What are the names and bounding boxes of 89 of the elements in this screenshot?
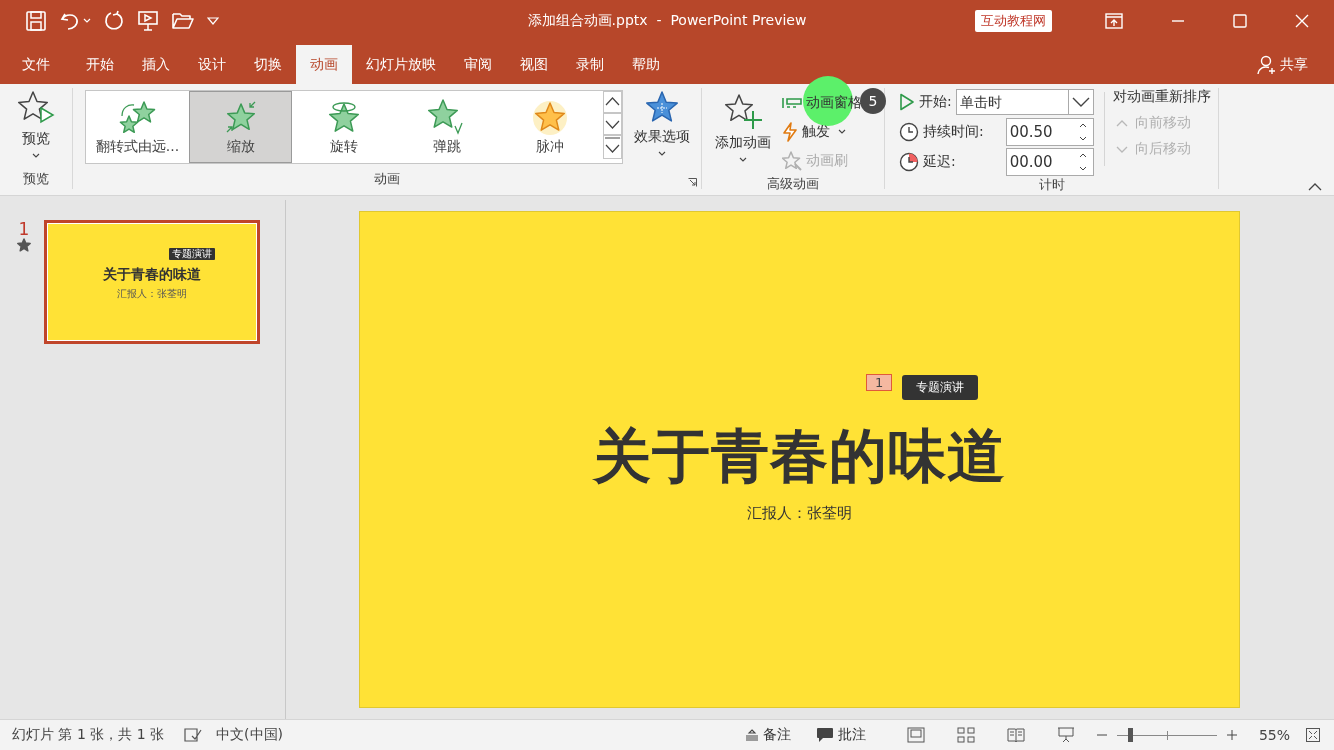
scroll-up-button[interactable] [603, 91, 622, 113]
dropdown-icon[interactable] [207, 17, 219, 25]
slide-title: 关于青春的味道 [593, 422, 1006, 490]
star-play-icon [17, 90, 55, 126]
comments-button[interactable]: 批注 [815, 726, 866, 744]
caret-icon[interactable] [83, 18, 91, 24]
topic-tag: 专题演讲 [169, 247, 215, 260]
language-label[interactable]: 中文(中国) [216, 726, 283, 744]
animation-option[interactable]: 缩放 [189, 91, 292, 163]
slide-title: 关于青春的味道 [103, 265, 201, 282]
caret-icon [32, 153, 40, 158]
menu-tab[interactable]: 视图 [506, 45, 562, 84]
field-label: 延迟: [923, 153, 956, 171]
animation-option[interactable]: 脉冲 [498, 91, 601, 163]
chevron-down-icon [1071, 97, 1090, 107]
spinner-field[interactable]: 00.00 [1005, 148, 1094, 176]
star-plus-icon [724, 94, 762, 130]
animation-option[interactable]: 旋转 [292, 91, 395, 163]
close-icon[interactable] [1295, 14, 1309, 28]
maximize-icon[interactable] [1233, 14, 1247, 28]
add-animation-button[interactable]: 添加动画 [710, 88, 776, 162]
spin-arrows-icon[interactable] [1077, 121, 1088, 143]
ribbon-display-icon[interactable] [1105, 13, 1123, 29]
comment-icon [815, 727, 834, 743]
play-icon [899, 93, 915, 111]
menu-tab[interactable]: 动画 [296, 45, 352, 84]
star-icon [644, 90, 680, 124]
menu-tab[interactable]: 设计 [184, 45, 240, 84]
clock-icon [899, 122, 919, 142]
scroll-down-button[interactable] [603, 113, 622, 135]
fit-slide-icon[interactable] [1306, 728, 1320, 742]
group-label: 计时 [1038, 176, 1065, 194]
more-button[interactable] [603, 135, 622, 159]
site-badge: 互动教程网 [975, 10, 1052, 32]
slideshow-icon[interactable] [1056, 727, 1075, 743]
preview-button[interactable]: 预览 [17, 88, 55, 158]
menu-tab[interactable]: 文件 [0, 45, 72, 84]
spinner-field[interactable]: 00.50 [1005, 118, 1094, 146]
lightning-icon [782, 121, 798, 142]
caret-icon [658, 151, 666, 156]
group-label: 高级动画 [767, 175, 819, 193]
save-icon[interactable] [25, 10, 47, 32]
group-label: 动画 [374, 170, 400, 188]
ribbon-button[interactable]: 触发 [782, 117, 862, 146]
notes-icon [744, 729, 759, 741]
caret-icon [739, 157, 747, 162]
zoom-in-icon[interactable] [1226, 730, 1237, 740]
menu-tab[interactable]: 插入 [128, 45, 184, 84]
field-label: 持续时间: [923, 123, 984, 141]
zoom-level[interactable]: 55% [1258, 727, 1290, 743]
normal-view-icon[interactable] [906, 727, 925, 743]
menu-tab[interactable]: 开始 [72, 45, 128, 84]
dialog-launcher-icon[interactable] [688, 178, 697, 187]
redo-icon[interactable] [103, 10, 125, 32]
slide-subtitle: 汇报人：张荃明 [117, 286, 187, 301]
menu-tab[interactable]: 录制 [562, 45, 618, 84]
star-brush-icon [782, 150, 802, 171]
slide-subtitle: 汇报人：张荃明 [747, 504, 852, 523]
menu-tab[interactable]: 幻灯片放映 [352, 45, 450, 84]
menu-tab[interactable]: 审阅 [450, 45, 506, 84]
slide-sorter-icon[interactable] [956, 727, 975, 743]
animation-option[interactable]: 弹跳 [395, 91, 498, 163]
presentation-icon[interactable] [137, 10, 159, 32]
menu-tab[interactable]: 帮助 [618, 45, 674, 84]
star-icon [17, 238, 31, 252]
section-title: 对动画重新排序 [1112, 88, 1211, 106]
animation-marker: 1 [866, 374, 893, 391]
topic-tag: 专题演讲 [902, 375, 978, 400]
effect-options-button[interactable]: 效果选项 [629, 88, 695, 156]
spin-arrows-icon[interactable] [1077, 151, 1088, 173]
start-dropdown[interactable]: 单击时 [955, 89, 1094, 115]
zoom-slider-thumb[interactable] [1127, 727, 1133, 742]
notes-button[interactable]: 备注 [744, 726, 791, 744]
slide-counter: 幻灯片 第 1 张，共 1 张 [12, 726, 165, 744]
spell-check-icon[interactable] [184, 727, 203, 743]
slide-number: 1 [18, 220, 30, 238]
group-label: 预览 [23, 170, 49, 188]
caret-icon [838, 129, 846, 134]
collapse-ribbon-icon[interactable] [1308, 182, 1322, 191]
animation-option[interactable]: 翻转式由远... [86, 91, 189, 163]
reading-view-icon[interactable] [1006, 727, 1025, 743]
menu-tab[interactable]: 切换 [240, 45, 296, 84]
clock-icon [899, 152, 919, 172]
window-title: 添加组合动画.pptx - PowerPoint Preview [527, 12, 807, 30]
person-add-icon [1257, 54, 1277, 75]
slide-thumbnail[interactable]: 专题演讲 关于青春的味道 汇报人：张荃明 [44, 220, 260, 344]
share-button[interactable]: 共享 [1257, 45, 1308, 84]
folder-icon[interactable] [171, 10, 195, 32]
field-label: 开始: [919, 93, 952, 111]
